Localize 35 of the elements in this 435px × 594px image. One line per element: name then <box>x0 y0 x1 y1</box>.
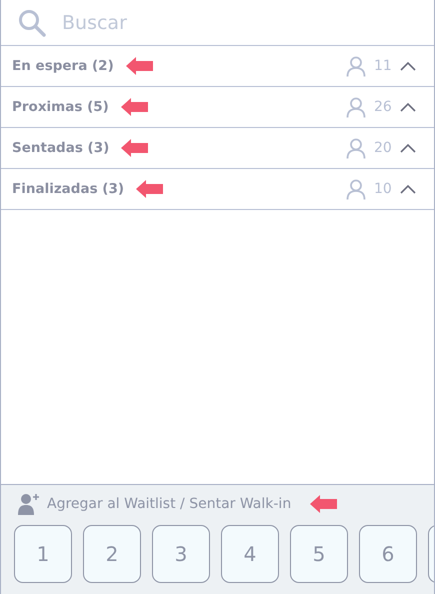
section-title: Proximas (5) <box>12 99 109 115</box>
person-icon <box>346 138 366 158</box>
search-icon <box>18 8 46 36</box>
section-header[interactable]: Sentadas (3) 20 <box>1 128 434 169</box>
party-size-button[interactable]: 4 <box>221 525 279 583</box>
chevron-icon[interactable] <box>400 144 416 152</box>
section-title: Finalizadas (3) <box>12 181 124 197</box>
guest-count: 26 <box>374 99 393 115</box>
guest-count: 11 <box>374 58 393 74</box>
person-icon <box>346 56 366 76</box>
section-header[interactable]: Finalizadas (3) 10 <box>1 169 434 210</box>
chevron-icon[interactable] <box>400 184 416 194</box>
party-size-button[interactable]: 1 <box>14 525 72 583</box>
party-size-button[interactable]: 6 <box>359 525 417 583</box>
person-icon <box>346 178 366 200</box>
section-header[interactable]: Proximas (5) 26 <box>1 87 434 128</box>
add-walk-in-label: Agregar al Waitlist / Sentar Walk-in <box>47 496 292 512</box>
guest-count: 20 <box>374 140 393 156</box>
chevron-icon[interactable] <box>400 102 416 112</box>
section-title: En espera (2) <box>12 58 114 74</box>
arrow-icon <box>120 98 148 116</box>
search-field[interactable]: Buscar <box>62 12 362 34</box>
party-size-button[interactable]: 2 <box>83 525 141 583</box>
chevron-icon[interactable] <box>400 62 416 70</box>
person-icon <box>346 96 366 118</box>
arrow-icon <box>121 139 148 157</box>
arrow-icon <box>136 180 164 198</box>
section-header[interactable]: En espera (2) 11 <box>1 46 434 87</box>
arrow-icon <box>310 495 338 513</box>
party-size-button[interactable]: 3 <box>152 525 210 583</box>
guest-count: 10 <box>374 181 393 197</box>
section-title: Sentadas (3) <box>12 140 110 156</box>
arrow-icon <box>126 57 153 75</box>
add-person-icon <box>18 493 40 515</box>
party-size-button[interactable]: 5 <box>290 525 348 583</box>
